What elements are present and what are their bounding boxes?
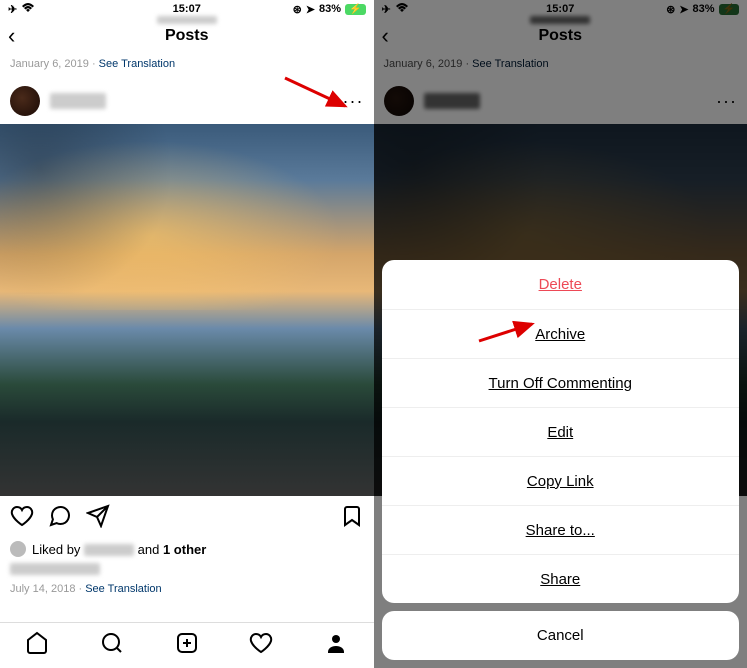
battery-percent: 83% [319, 3, 341, 15]
tab-bar [0, 622, 374, 668]
dual-screenshot: ✈ 15:07 ⊛ ➤ 83% ⚡ ‹ Posts January 6, 201… [0, 0, 747, 668]
battery-charging-icon: ⚡ [345, 4, 365, 15]
wifi-icon [21, 3, 35, 16]
see-translation-link[interactable]: See Translation [99, 58, 175, 70]
bookmark-icon[interactable] [340, 504, 364, 533]
screen-action-sheet: ✈ 15:07 ⊛ ➤ 83% ⚡ ‹ Posts January 6, 201… [374, 0, 747, 668]
nav-header: ‹ Posts [0, 18, 374, 54]
home-tab-icon[interactable] [25, 631, 49, 660]
sheet-edit[interactable]: Edit [382, 407, 740, 456]
page-title: Posts [165, 27, 209, 45]
header-subtitle-blurred [157, 16, 217, 24]
more-options-button[interactable]: ··· [343, 91, 364, 112]
sheet-turn-off-commenting[interactable]: Turn Off Commenting [382, 358, 740, 407]
sheet-delete[interactable]: Delete [382, 260, 740, 309]
sheet-share-to[interactable]: Share to... [382, 505, 740, 554]
username-blurred[interactable] [50, 93, 106, 109]
post-photo[interactable] [0, 124, 374, 496]
back-button[interactable]: ‹ [8, 23, 15, 49]
likes-others: 1 other [163, 542, 206, 557]
screen-post-view: ✈ 15:07 ⊛ ➤ 83% ⚡ ‹ Posts January 6, 201… [0, 0, 374, 668]
sheet-cancel[interactable]: Cancel [382, 611, 740, 660]
liker-name-blurred [84, 544, 134, 556]
post-meta-bottom: July 14, 2018 · See Translation [0, 579, 374, 603]
avatar[interactable] [10, 86, 40, 116]
add-post-tab-icon[interactable] [175, 631, 199, 660]
post-date: January 6, 2019 [10, 58, 89, 70]
post-actions [0, 496, 374, 541]
see-translation-link-bottom[interactable]: See Translation [85, 583, 161, 595]
search-tab-icon[interactable] [100, 631, 124, 660]
like-icon[interactable] [10, 504, 34, 533]
post-author-row: ··· [0, 78, 374, 124]
location-icon: ➤ [306, 3, 315, 16]
status-time: 15:07 [173, 3, 201, 15]
caption-blurred [10, 563, 100, 575]
post-date-bottom: July 14, 2018 [10, 583, 75, 595]
rotation-lock-icon: ⊛ [293, 3, 302, 16]
likes-row[interactable]: Liked by and 1 other [0, 541, 374, 561]
sheet-archive[interactable]: Archive [382, 309, 740, 358]
activity-tab-icon[interactable] [249, 631, 273, 660]
liker-avatar [10, 541, 26, 557]
share-icon[interactable] [86, 504, 110, 533]
airplane-icon: ✈ [8, 3, 17, 16]
sheet-copy-link[interactable]: Copy Link [382, 456, 740, 505]
profile-tab-icon[interactable] [324, 631, 348, 660]
action-sheet: Delete Archive Turn Off Commenting Edit … [382, 260, 740, 660]
comment-icon[interactable] [48, 504, 72, 533]
sheet-share[interactable]: Share [382, 554, 740, 603]
liked-by-label: Liked by [32, 542, 84, 557]
post-meta-top: January 6, 2019 · See Translation [0, 54, 374, 78]
